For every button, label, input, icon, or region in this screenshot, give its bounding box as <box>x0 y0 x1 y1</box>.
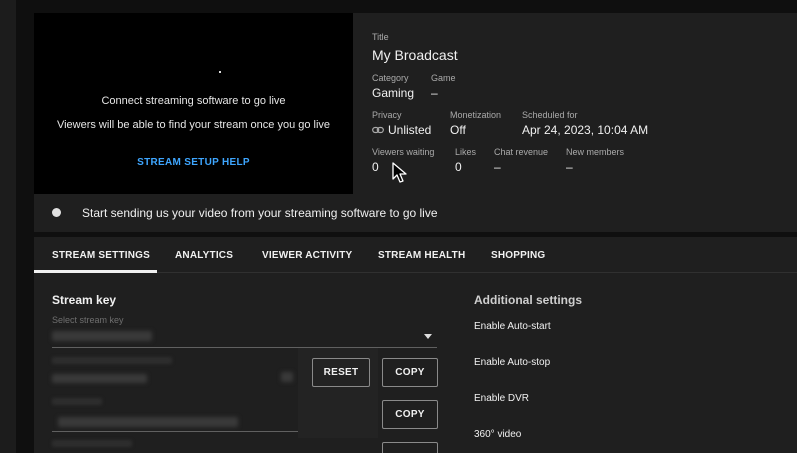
stream-key-select-underline <box>52 347 437 348</box>
enable-auto-start-setting[interactable]: Enable Auto-start <box>474 321 551 332</box>
stream-url-label <box>52 398 102 405</box>
new-members-value: – <box>566 160 573 174</box>
stream-key-field[interactable] <box>52 374 147 383</box>
privacy-label: Privacy <box>372 110 402 120</box>
visibility-icon[interactable] <box>281 372 293 382</box>
loading-dot-icon <box>219 71 221 73</box>
chevron-down-icon[interactable] <box>424 334 432 339</box>
360-video-setting[interactable]: 360° video <box>474 429 521 440</box>
backup-url-label <box>52 440 132 447</box>
status-text: Start sending us your video from your st… <box>82 206 438 220</box>
monetization-value: Off <box>450 123 466 137</box>
preview-message-secondary: Viewers will be able to find your stream… <box>56 119 331 131</box>
preview-message-primary: Connect streaming software to go live <box>101 95 286 107</box>
additional-settings-title: Additional settings <box>474 293 582 307</box>
tab-stream-settings[interactable]: STREAM SETTINGS <box>52 250 150 261</box>
scheduled-label: Scheduled for <box>522 110 578 120</box>
likes-value: 0 <box>455 160 462 174</box>
left-rail <box>0 0 16 453</box>
title-value: My Broadcast <box>372 47 458 63</box>
tab-analytics[interactable]: ANALYTICS <box>175 250 233 261</box>
enable-auto-stop-setting[interactable]: Enable Auto-stop <box>474 357 550 368</box>
scheduled-value: Apr 24, 2023, 10:04 AM <box>522 123 649 137</box>
viewers-waiting-value: 0 <box>372 160 379 174</box>
game-label: Game <box>431 73 456 83</box>
mouse-pointer-icon <box>392 162 408 189</box>
category-value: Gaming <box>372 86 415 100</box>
category-label: Category <box>372 73 409 83</box>
game-value: – <box>431 86 438 100</box>
copy-backup-url-button[interactable] <box>382 442 438 453</box>
tab-shopping[interactable]: SHOPPING <box>491 250 545 261</box>
stream-key-select[interactable] <box>52 331 152 341</box>
stream-preview: Connect streaming software to go live Vi… <box>34 13 353 194</box>
stream-key-select-placeholder: Select stream key <box>52 315 124 325</box>
stream-url-field[interactable] <box>58 417 238 427</box>
viewers-waiting-label: Viewers waiting <box>372 147 435 157</box>
title-label: Title <box>372 32 389 42</box>
chat-revenue-value: – <box>494 160 501 174</box>
new-members-label: New members <box>566 147 625 157</box>
privacy-value-text: Unlisted <box>388 123 432 137</box>
stream-key-title: Stream key <box>52 293 117 307</box>
tab-viewer-activity[interactable]: VIEWER ACTIVITY <box>262 250 352 261</box>
stream-key-field-label <box>52 357 172 364</box>
reset-button[interactable]: RESET <box>312 358 370 387</box>
link-icon <box>372 126 384 134</box>
stream-setup-help-link[interactable]: STREAM SETUP HELP <box>34 157 353 168</box>
likes-label: Likes <box>455 147 477 157</box>
monetization-label: Monetization <box>450 110 502 120</box>
chat-revenue-label: Chat revenue <box>494 147 549 157</box>
tab-stream-health[interactable]: STREAM HEALTH <box>378 250 465 261</box>
privacy-value: Unlisted <box>372 123 431 137</box>
enable-dvr-setting[interactable]: Enable DVR <box>474 393 529 404</box>
status-dot-icon <box>52 208 61 217</box>
copy-stream-key-button[interactable]: COPY <box>382 358 438 387</box>
copy-stream-url-button[interactable]: COPY <box>382 400 438 429</box>
